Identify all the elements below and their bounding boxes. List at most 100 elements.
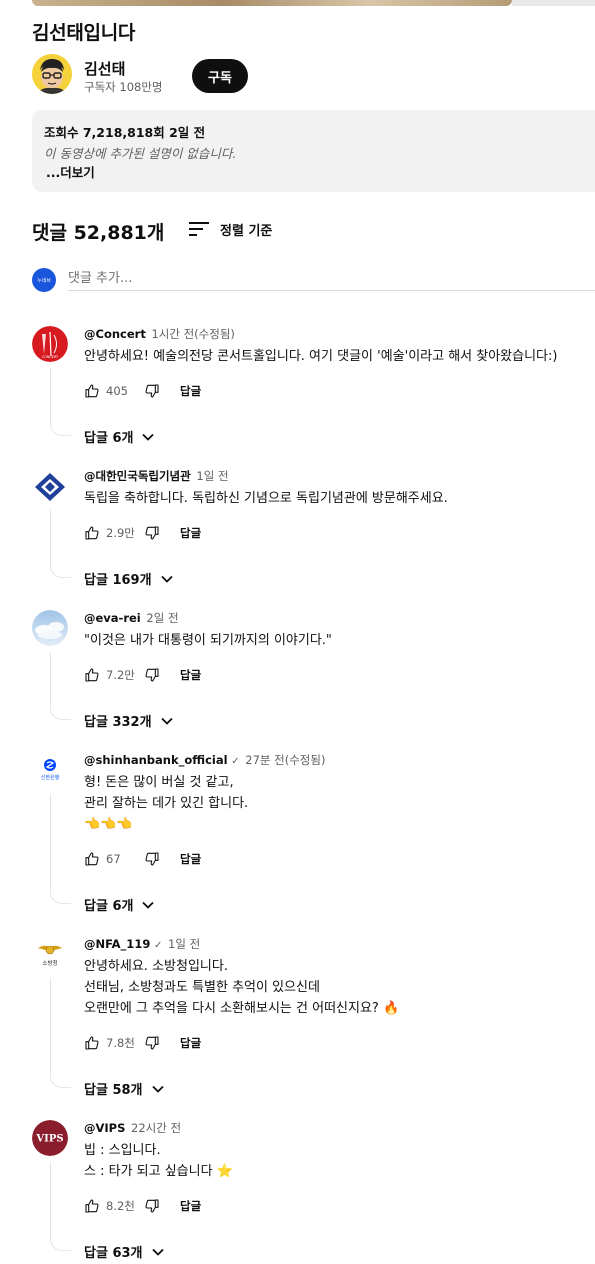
thumbs-down-icon[interactable] (144, 1198, 160, 1214)
sort-label: 정렬 기준 (220, 223, 273, 239)
dislike-button[interactable] (144, 667, 160, 683)
comment-time[interactable]: 27분 전(수정됨) (245, 753, 325, 767)
add-comment-row: 누네브 (32, 266, 595, 294)
reply-button[interactable]: 답글 (180, 1035, 201, 1051)
view-replies-button[interactable]: 답글 63개 (84, 1242, 165, 1261)
replies-count: 답글 6개 (84, 431, 134, 446)
comment-author[interactable]: @Concert (84, 327, 146, 341)
comment-text: 안녕하세요! 예술의전당 콘서트홀입니다. 여기 댓글이 '예술'이라고 해서 … (84, 349, 558, 364)
view-replies-button[interactable]: 답글 6개 (84, 895, 155, 914)
commenter-avatar[interactable]: VIPS (32, 1120, 68, 1156)
channel-avatar[interactable] (32, 54, 72, 94)
like-count: 8.2천 (106, 1199, 135, 1213)
comment-time[interactable]: 1시간 전(수정됨) (151, 327, 234, 341)
view-replies-button[interactable]: 답글 332개 (84, 711, 174, 730)
chevron-down-icon (160, 575, 173, 583)
commenter-avatar[interactable] (32, 468, 68, 504)
thumbs-down-icon[interactable] (144, 667, 160, 683)
thread-connector (50, 978, 71, 1088)
dislike-button[interactable] (144, 383, 160, 399)
channel-row: 김선태 구독자 108만명 구독 (32, 54, 572, 94)
comment-author[interactable]: @VIPS (84, 1121, 125, 1135)
add-comment-input[interactable] (68, 266, 595, 291)
commenter-avatar[interactable] (32, 610, 68, 646)
verified-check-icon: ✓ (153, 940, 163, 951)
comment-time[interactable]: 2일 전 (146, 611, 178, 625)
replies-count: 답글 58개 (84, 1083, 143, 1098)
svg-text:VIPS: VIPS (35, 1134, 63, 1145)
like-count: 405 (106, 384, 128, 398)
view-replies-button[interactable]: 답글 6개 (84, 427, 155, 446)
like-count: 67 (106, 852, 121, 866)
chevron-down-icon (151, 1085, 164, 1093)
reply-button[interactable]: 답글 (180, 851, 201, 867)
comment-header: @대한민국독립기념관 1일 전 (84, 468, 229, 484)
chevron-down-icon (142, 433, 155, 441)
commenter-avatar[interactable]: CONCERT (32, 326, 68, 362)
commenter-avatar[interactable]: 소방청 (32, 936, 68, 972)
fire-agency-logo-icon: 소방청 (32, 936, 68, 972)
view-replies-button[interactable]: 답글 169개 (84, 569, 174, 588)
comment-thread: @대한민국독립기념관 1일 전 독립을 축하합니다. 독립하신 기념으로 독립기념… (32, 468, 595, 591)
independence-hall-logo-icon (32, 468, 68, 504)
comment-time[interactable]: 1일 전 (196, 469, 228, 483)
description-box[interactable]: 조회수 7,218,818회 2일 전 이 동영상에 추가된 설명이 없습니다.… (32, 110, 595, 192)
comment-author[interactable]: @대한민국독립기념관 (84, 469, 191, 483)
reply-button[interactable]: 답글 (180, 1198, 201, 1214)
thumbs-up-icon[interactable] (84, 383, 100, 399)
like-count: 2.9만 (106, 526, 135, 540)
comment-header: @NFA_119 ✓ 1일 전 (84, 936, 200, 952)
sort-button[interactable]: 정렬 기준 (188, 218, 272, 240)
thumbs-up-icon[interactable] (84, 525, 100, 541)
comment-author[interactable]: @NFA_119 (84, 937, 150, 951)
thumbs-up-icon[interactable] (84, 851, 100, 867)
comment-thread: 신한은행 @shinhanbank_official ✓ 27분 전(수정됨) 형!… (32, 752, 595, 917)
thread-connector (50, 368, 71, 436)
comment-text: 형! 돈은 많이 버실 것 같고, 관리 잘하는 데가 있긴 합니다. 👈👈👈 (84, 775, 249, 832)
thumbs-up-icon[interactable] (84, 667, 100, 683)
comment-thread: @eva-rei 2일 전 "이것은 내가 대통령이 되기까지의 이야기다." 7.… (32, 610, 595, 733)
my-avatar: 누네브 (32, 268, 56, 292)
view-replies-button[interactable]: 답글 58개 (84, 1079, 165, 1098)
comment-time[interactable]: 22시간 전 (131, 1121, 181, 1135)
vips-logo-icon: VIPS (32, 1120, 68, 1156)
cartoon-face-icon (32, 54, 72, 94)
comment-author[interactable]: @shinhanbank_official (84, 753, 228, 767)
comment-time[interactable]: 1일 전 (168, 937, 200, 951)
thumbs-down-icon[interactable] (144, 1035, 160, 1051)
thumbs-down-icon[interactable] (144, 525, 160, 541)
more-button[interactable]: ...더보기 (46, 162, 95, 181)
thumbs-down-icon[interactable] (144, 383, 160, 399)
comment-actions: 7.2만 답글 (84, 665, 201, 685)
comments-count: 댓글 52,881개 (32, 222, 165, 244)
comment-actions: 405 답글 (84, 381, 201, 401)
comment-text: 빕 : 스입니다. 스 : 타가 되고 싶습니다 ⭐ (84, 1143, 233, 1179)
sky-photo-icon (32, 610, 68, 646)
commenter-avatar[interactable]: 신한은행 (32, 752, 68, 788)
sort-icon (189, 222, 209, 236)
thumbs-down-icon[interactable] (144, 851, 160, 867)
description-text: 이 동영상에 추가된 설명이 없습니다. (44, 146, 237, 161)
comment-actions: 67 답글 (84, 849, 201, 869)
dislike-button[interactable] (144, 1035, 160, 1051)
thread-connector (50, 652, 71, 720)
thumbs-up-icon[interactable] (84, 1035, 100, 1051)
dislike-button[interactable] (144, 525, 160, 541)
thumbnail-edge-right (512, 0, 595, 6)
subscribe-button[interactable]: 구독 (192, 59, 248, 93)
comment-author[interactable]: @eva-rei (84, 611, 141, 625)
reply-button[interactable]: 답글 (180, 383, 201, 399)
svg-text:CONCERT: CONCERT (42, 355, 59, 359)
svg-text:소방청: 소방청 (42, 959, 57, 967)
chevron-down-icon (142, 901, 155, 909)
replies-count: 답글 332개 (84, 715, 152, 730)
chevron-down-icon (160, 717, 173, 725)
chevron-down-icon (151, 1248, 164, 1256)
thumbs-up-icon[interactable] (84, 1198, 100, 1214)
comment-actions: 2.9만 답글 (84, 523, 201, 543)
dislike-button[interactable] (144, 1198, 160, 1214)
reply-button[interactable]: 답글 (180, 525, 201, 541)
reply-button[interactable]: 답글 (180, 667, 201, 683)
channel-name[interactable]: 김선태 (84, 58, 125, 79)
dislike-button[interactable] (144, 851, 160, 867)
